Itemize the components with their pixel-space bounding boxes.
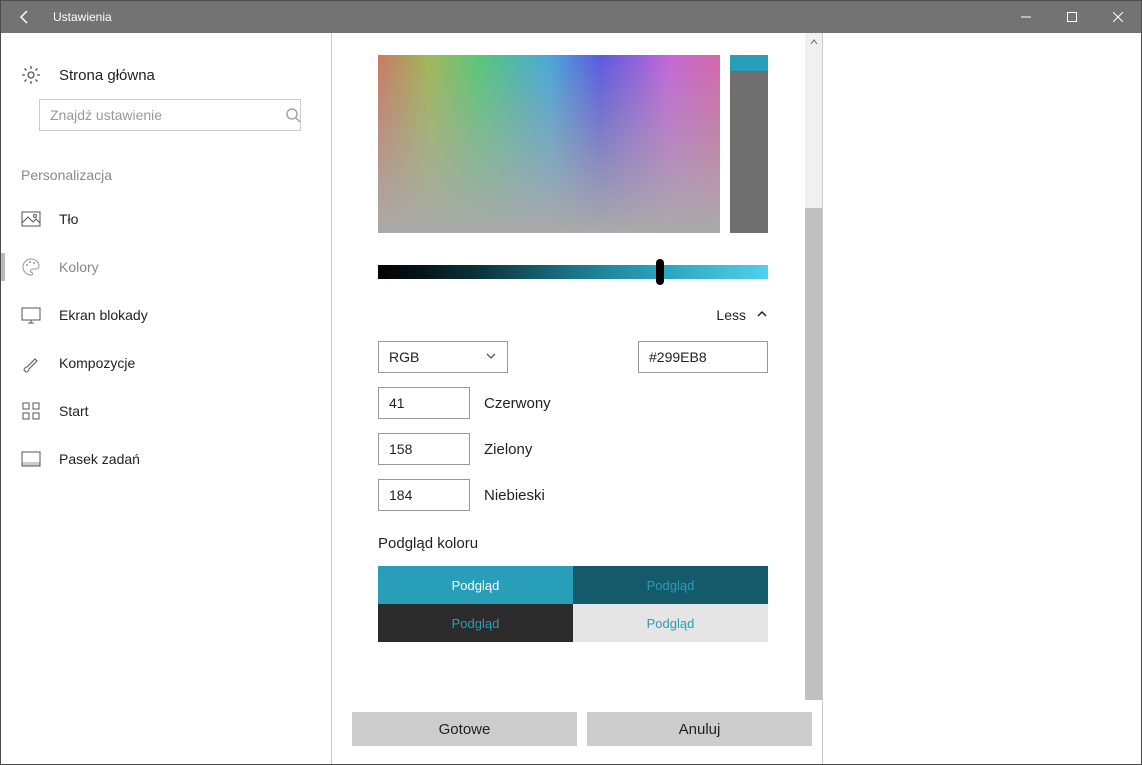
arrow-left-icon bbox=[17, 9, 33, 25]
color-picker-dialog: Less RGB Czerwony Zielony Niebiesk bbox=[331, 33, 823, 764]
sidebar-item-themes[interactable]: Kompozycje bbox=[1, 339, 331, 387]
palette-icon bbox=[21, 257, 41, 277]
color-spectrum[interactable] bbox=[378, 55, 720, 233]
sidebar-item-label: Kompozycje bbox=[59, 355, 135, 371]
section-header: Personalizacja bbox=[1, 149, 331, 195]
green-input[interactable] bbox=[378, 433, 470, 465]
sidebar-item-label: Pasek zadań bbox=[59, 451, 140, 467]
close-button[interactable] bbox=[1095, 1, 1141, 33]
window-titlebar: Ustawienia bbox=[1, 1, 1141, 33]
preview-swatch-dark-accent: Podgląd bbox=[573, 566, 768, 604]
preview-heading: Podgląd koloru bbox=[378, 535, 792, 552]
color-preview-grid: Podgląd Podgląd Podgląd Podgląd bbox=[378, 566, 768, 642]
minimize-button[interactable] bbox=[1003, 1, 1049, 33]
hex-input[interactable] bbox=[638, 341, 768, 373]
value-slider-current bbox=[730, 55, 768, 71]
sidebar-item-colors[interactable]: Kolory bbox=[1, 243, 331, 291]
cancel-button[interactable]: Anuluj bbox=[587, 712, 812, 746]
search-input[interactable] bbox=[39, 99, 301, 131]
green-label: Zielony bbox=[484, 441, 532, 458]
search-icon bbox=[285, 107, 301, 128]
sidebar-item-background[interactable]: Tło bbox=[1, 195, 331, 243]
sidebar-item-label: Kolory bbox=[59, 259, 99, 275]
red-label: Czerwony bbox=[484, 395, 551, 412]
back-button[interactable] bbox=[1, 1, 49, 33]
toggle-more-less[interactable]: Less bbox=[378, 307, 768, 323]
brush-icon bbox=[21, 353, 41, 373]
hue-slider-thumb[interactable] bbox=[656, 259, 664, 285]
preview-swatch-black: Podgląd bbox=[378, 604, 573, 642]
maximize-button[interactable] bbox=[1049, 1, 1095, 33]
sidebar-item-label: Tło bbox=[59, 211, 78, 227]
chevron-up-icon bbox=[756, 307, 768, 323]
done-button[interactable]: Gotowe bbox=[352, 712, 577, 746]
maximize-icon bbox=[1067, 12, 1077, 22]
red-input[interactable] bbox=[378, 387, 470, 419]
sidebar-item-taskbar[interactable]: Pasek zadań bbox=[1, 435, 331, 483]
sidebar: Strona główna Personalizacja Tło Kolory … bbox=[1, 33, 331, 764]
sidebar-item-label: Start bbox=[59, 403, 89, 419]
preview-swatch-light: Podgląd bbox=[378, 566, 573, 604]
less-label: Less bbox=[716, 307, 746, 323]
sidebar-item-start[interactable]: Start bbox=[1, 387, 331, 435]
sidebar-item-label: Ekran blokady bbox=[59, 307, 148, 323]
home-label: Strona główna bbox=[59, 67, 155, 84]
picture-icon bbox=[21, 209, 41, 229]
dialog-scrollbar[interactable] bbox=[805, 33, 822, 700]
preview-label: Podgląd bbox=[647, 578, 695, 593]
color-model-select[interactable]: RGB bbox=[378, 341, 508, 373]
color-model-value: RGB bbox=[389, 349, 419, 365]
gear-icon bbox=[21, 65, 41, 85]
preview-label: Podgląd bbox=[452, 616, 500, 631]
blue-label: Niebieski bbox=[484, 487, 545, 504]
home-nav[interactable]: Strona główna bbox=[1, 51, 331, 99]
monitor-icon bbox=[21, 305, 41, 325]
window-title: Ustawienia bbox=[49, 10, 1003, 24]
scrollbar-thumb[interactable] bbox=[805, 208, 822, 700]
grid-icon bbox=[21, 401, 41, 421]
minimize-icon bbox=[1021, 12, 1031, 22]
scrollbar-track[interactable] bbox=[805, 50, 822, 683]
empty-area bbox=[823, 33, 1141, 764]
close-icon bbox=[1113, 12, 1123, 22]
preview-label: Podgląd bbox=[452, 578, 500, 593]
chevron-down-icon bbox=[485, 349, 497, 365]
blue-input[interactable] bbox=[378, 479, 470, 511]
scroll-up-icon[interactable] bbox=[805, 33, 822, 50]
hue-slider[interactable] bbox=[378, 265, 768, 279]
value-slider[interactable] bbox=[730, 55, 768, 233]
taskbar-icon bbox=[21, 449, 41, 469]
value-slider-track bbox=[730, 71, 768, 233]
preview-swatch-grey: Podgląd bbox=[573, 604, 768, 642]
sidebar-item-lockscreen[interactable]: Ekran blokady bbox=[1, 291, 331, 339]
preview-label: Podgląd bbox=[647, 616, 695, 631]
